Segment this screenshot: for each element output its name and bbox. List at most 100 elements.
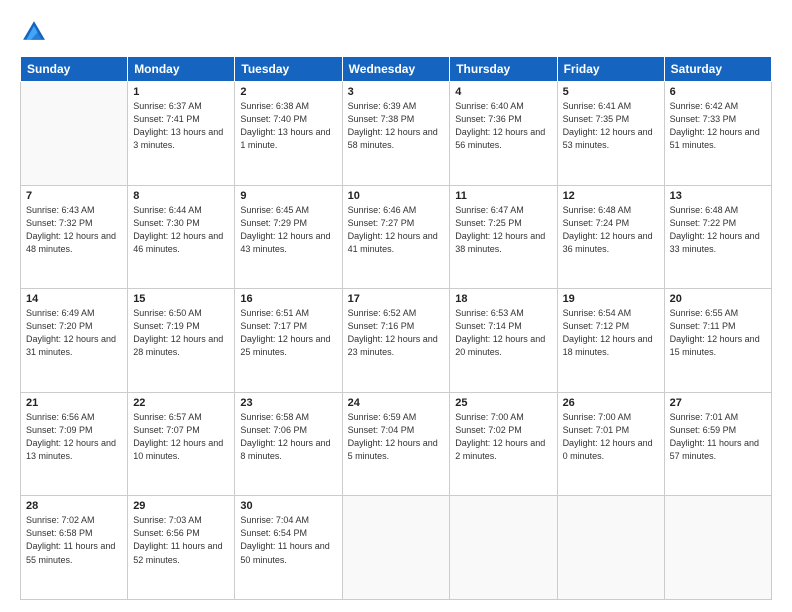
calendar-cell: 14 Sunrise: 6:49 AMSunset: 7:20 PMDayligh… (21, 289, 128, 393)
calendar-cell: 29 Sunrise: 7:03 AMSunset: 6:56 PMDayligh… (128, 496, 235, 600)
day-number: 21 (26, 397, 122, 409)
day-of-week-header: Friday (557, 57, 664, 82)
day-number: 17 (348, 293, 445, 305)
day-number: 14 (26, 293, 122, 305)
page: SundayMondayTuesdayWednesdayThursdayFrid… (0, 0, 792, 612)
day-info: Sunrise: 6:49 AMSunset: 7:20 PMDaylight:… (26, 307, 122, 359)
day-info: Sunrise: 6:52 AMSunset: 7:16 PMDaylight:… (348, 307, 445, 359)
day-number: 8 (133, 190, 229, 202)
day-number: 2 (240, 86, 336, 98)
day-of-week-header: Tuesday (235, 57, 342, 82)
calendar-cell: 2 Sunrise: 6:38 AMSunset: 7:40 PMDaylight… (235, 82, 342, 186)
calendar-cell: 10Sunrise: 6:46 AMSunset: 7:27 PMDayligh… (342, 185, 450, 289)
day-info: Sunrise: 6:42 AMSunset: 7:33 PMDaylight:… (670, 100, 766, 152)
calendar-cell (21, 82, 128, 186)
calendar-cell: 19 Sunrise: 6:54 AMSunset: 7:12 PMDayligh… (557, 289, 664, 393)
day-info: Sunrise: 6:57 AMSunset: 7:07 PMDaylight:… (133, 411, 229, 463)
day-number: 19 (563, 293, 659, 305)
day-info: Sunrise: 6:51 AMSunset: 7:17 PMDaylight:… (240, 307, 336, 359)
calendar-cell: 16 Sunrise: 6:51 AMSunset: 7:17 PMDayligh… (235, 289, 342, 393)
calendar-cell: 6 Sunrise: 6:42 AMSunset: 7:33 PMDaylight… (664, 82, 771, 186)
day-info: Sunrise: 6:56 AMSunset: 7:09 PMDaylight:… (26, 411, 122, 463)
calendar-cell (450, 496, 557, 600)
logo (20, 18, 52, 46)
calendar-cell: 17 Sunrise: 6:52 AMSunset: 7:16 PMDayligh… (342, 289, 450, 393)
day-number: 20 (670, 293, 766, 305)
calendar-week-row: 7Sunrise: 6:43 AMSunset: 7:32 PMDaylight… (21, 185, 772, 289)
day-info: Sunrise: 6:39 AMSunset: 7:38 PMDaylight:… (348, 100, 445, 152)
calendar-week-row: 14 Sunrise: 6:49 AMSunset: 7:20 PMDayligh… (21, 289, 772, 393)
day-number: 22 (133, 397, 229, 409)
calendar-cell: 12Sunrise: 6:48 AMSunset: 7:24 PMDayligh… (557, 185, 664, 289)
calendar-table: SundayMondayTuesdayWednesdayThursdayFrid… (20, 56, 772, 600)
calendar-cell: 23 Sunrise: 6:58 AMSunset: 7:06 PMDayligh… (235, 392, 342, 496)
day-info: Sunrise: 6:46 AMSunset: 7:27 PMDaylight:… (348, 204, 445, 256)
day-number: 23 (240, 397, 336, 409)
calendar-cell: 5 Sunrise: 6:41 AMSunset: 7:35 PMDaylight… (557, 82, 664, 186)
calendar-header-row: SundayMondayTuesdayWednesdayThursdayFrid… (21, 57, 772, 82)
day-number: 13 (670, 190, 766, 202)
calendar-cell: 30 Sunrise: 7:04 AMSunset: 6:54 PMDayligh… (235, 496, 342, 600)
calendar-cell: 4 Sunrise: 6:40 AMSunset: 7:36 PMDaylight… (450, 82, 557, 186)
calendar-cell: 8 Sunrise: 6:44 AMSunset: 7:30 PMDaylight… (128, 185, 235, 289)
day-info: Sunrise: 6:40 AMSunset: 7:36 PMDaylight:… (455, 100, 551, 152)
day-number: 27 (670, 397, 766, 409)
day-number: 18 (455, 293, 551, 305)
day-info: Sunrise: 6:38 AMSunset: 7:40 PMDaylight:… (240, 100, 336, 152)
day-of-week-header: Monday (128, 57, 235, 82)
calendar-cell: 18 Sunrise: 6:53 AMSunset: 7:14 PMDayligh… (450, 289, 557, 393)
day-number: 6 (670, 86, 766, 98)
day-number: 30 (240, 500, 336, 512)
day-number: 3 (348, 86, 445, 98)
day-of-week-header: Thursday (450, 57, 557, 82)
calendar-cell: 1 Sunrise: 6:37 AMSunset: 7:41 PMDaylight… (128, 82, 235, 186)
header (20, 18, 772, 46)
calendar-cell: 28Sunrise: 7:02 AMSunset: 6:58 PMDayligh… (21, 496, 128, 600)
day-info: Sunrise: 7:00 AMSunset: 7:02 PMDaylight:… (455, 411, 551, 463)
calendar-cell: 24Sunrise: 6:59 AMSunset: 7:04 PMDayligh… (342, 392, 450, 496)
day-number: 1 (133, 86, 229, 98)
calendar-cell: 21 Sunrise: 6:56 AMSunset: 7:09 PMDayligh… (21, 392, 128, 496)
day-number: 26 (563, 397, 659, 409)
calendar-cell: 22 Sunrise: 6:57 AMSunset: 7:07 PMDayligh… (128, 392, 235, 496)
day-info: Sunrise: 6:37 AMSunset: 7:41 PMDaylight:… (133, 100, 229, 152)
calendar-cell (557, 496, 664, 600)
day-number: 24 (348, 397, 445, 409)
day-info: Sunrise: 7:02 AMSunset: 6:58 PMDaylight:… (26, 514, 122, 566)
calendar-cell (342, 496, 450, 600)
day-of-week-header: Wednesday (342, 57, 450, 82)
day-info: Sunrise: 7:03 AMSunset: 6:56 PMDaylight:… (133, 514, 229, 566)
calendar-cell: 25 Sunrise: 7:00 AMSunset: 7:02 PMDayligh… (450, 392, 557, 496)
day-info: Sunrise: 6:48 AMSunset: 7:22 PMDaylight:… (670, 204, 766, 256)
calendar-cell: 3 Sunrise: 6:39 AMSunset: 7:38 PMDaylight… (342, 82, 450, 186)
day-info: Sunrise: 7:01 AMSunset: 6:59 PMDaylight:… (670, 411, 766, 463)
day-number: 9 (240, 190, 336, 202)
day-number: 4 (455, 86, 551, 98)
day-info: Sunrise: 6:53 AMSunset: 7:14 PMDaylight:… (455, 307, 551, 359)
day-number: 16 (240, 293, 336, 305)
day-number: 25 (455, 397, 551, 409)
day-of-week-header: Saturday (664, 57, 771, 82)
calendar-cell: 20 Sunrise: 6:55 AMSunset: 7:11 PMDayligh… (664, 289, 771, 393)
calendar-cell (664, 496, 771, 600)
day-number: 5 (563, 86, 659, 98)
day-number: 11 (455, 190, 551, 202)
day-info: Sunrise: 6:58 AMSunset: 7:06 PMDaylight:… (240, 411, 336, 463)
calendar-week-row: 1 Sunrise: 6:37 AMSunset: 7:41 PMDaylight… (21, 82, 772, 186)
day-info: Sunrise: 6:41 AMSunset: 7:35 PMDaylight:… (563, 100, 659, 152)
day-info: Sunrise: 7:00 AMSunset: 7:01 PMDaylight:… (563, 411, 659, 463)
day-info: Sunrise: 6:55 AMSunset: 7:11 PMDaylight:… (670, 307, 766, 359)
calendar-cell: 9 Sunrise: 6:45 AMSunset: 7:29 PMDaylight… (235, 185, 342, 289)
day-number: 29 (133, 500, 229, 512)
day-info: Sunrise: 7:04 AMSunset: 6:54 PMDaylight:… (240, 514, 336, 566)
day-info: Sunrise: 6:45 AMSunset: 7:29 PMDaylight:… (240, 204, 336, 256)
day-info: Sunrise: 6:44 AMSunset: 7:30 PMDaylight:… (133, 204, 229, 256)
calendar-cell: 11 Sunrise: 6:47 AMSunset: 7:25 PMDayligh… (450, 185, 557, 289)
day-info: Sunrise: 6:54 AMSunset: 7:12 PMDaylight:… (563, 307, 659, 359)
day-info: Sunrise: 6:47 AMSunset: 7:25 PMDaylight:… (455, 204, 551, 256)
calendar-cell: 27 Sunrise: 7:01 AMSunset: 6:59 PMDayligh… (664, 392, 771, 496)
day-info: Sunrise: 6:43 AMSunset: 7:32 PMDaylight:… (26, 204, 122, 256)
logo-icon (20, 18, 48, 46)
calendar-cell: 13 Sunrise: 6:48 AMSunset: 7:22 PMDayligh… (664, 185, 771, 289)
day-info: Sunrise: 6:50 AMSunset: 7:19 PMDaylight:… (133, 307, 229, 359)
